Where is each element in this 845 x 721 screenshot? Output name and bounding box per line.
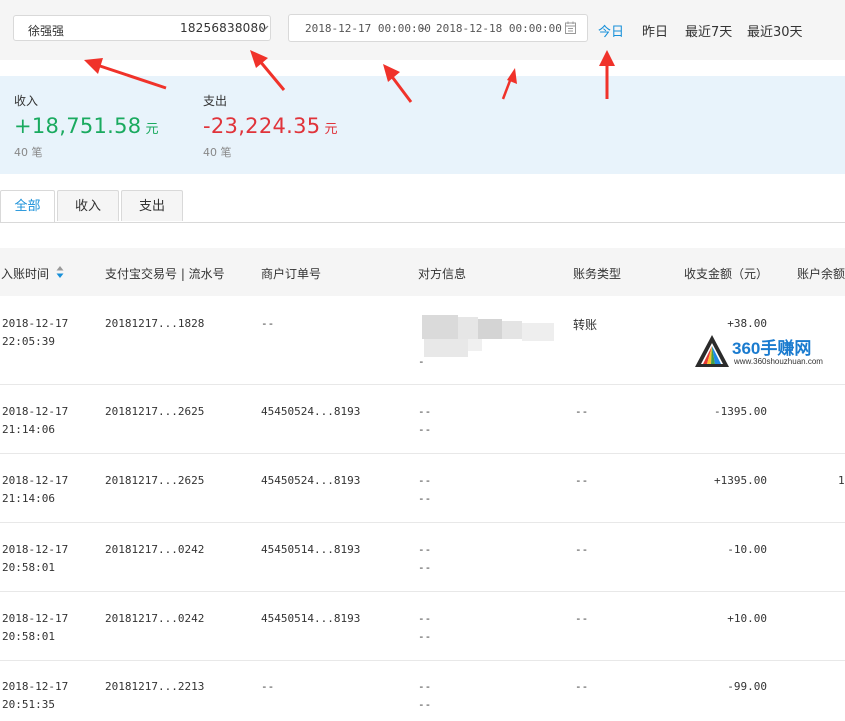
arrow-date-start-icon [388, 73, 413, 103]
annotation-arrows [84, 50, 615, 103]
arrow-account-name-icon [99, 64, 167, 90]
arrow-date-start-head-icon [383, 64, 400, 82]
arrow-account-name-head-icon [84, 58, 103, 74]
arrow-today-head-icon [599, 50, 615, 66]
arrow-account-phone-icon [257, 59, 286, 91]
arrow-date-end-icon [501, 77, 513, 100]
